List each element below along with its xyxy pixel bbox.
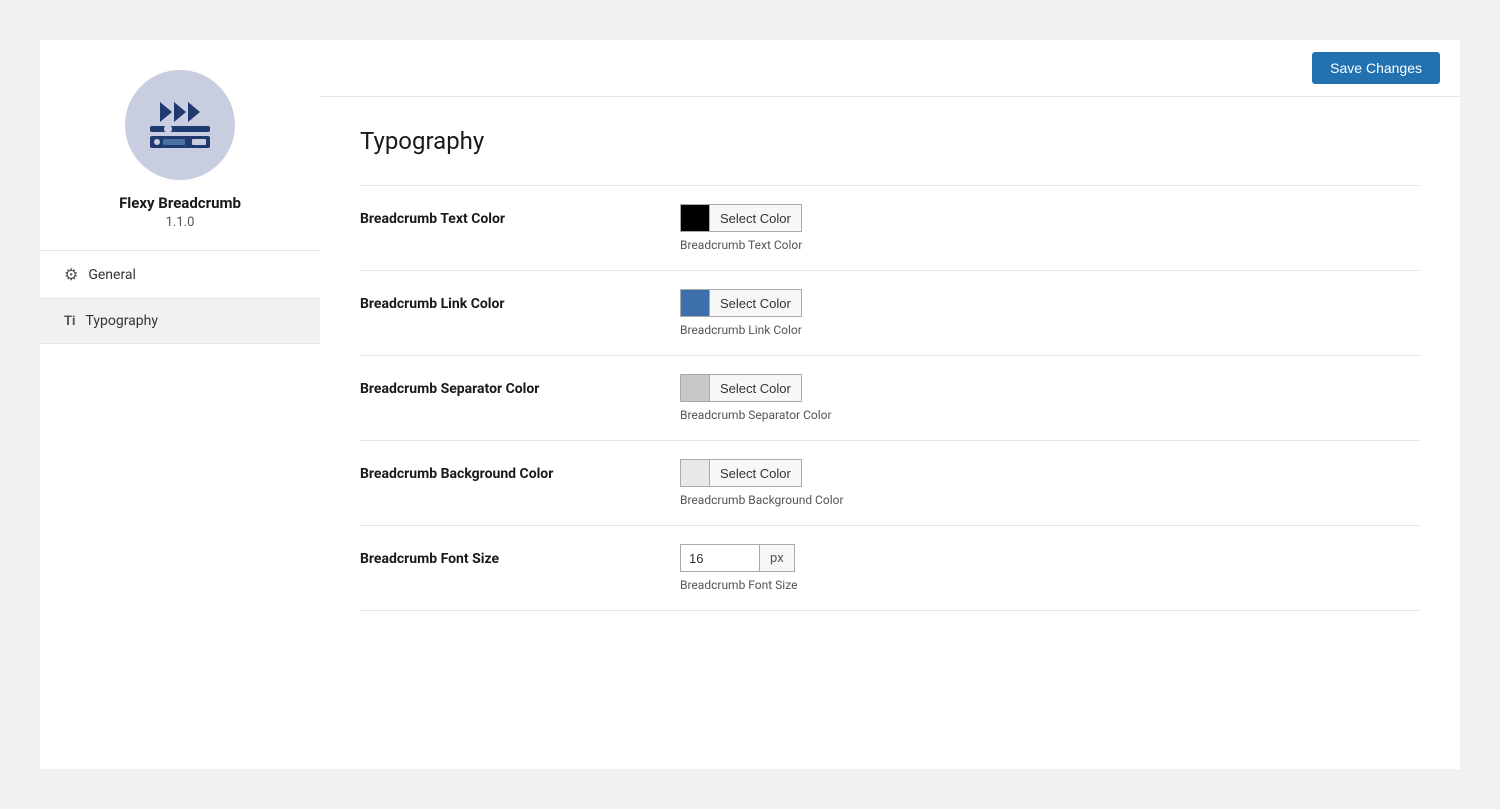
font-size-description: Breadcrumb Font Size: [680, 578, 1420, 592]
logo-chevron-2: [174, 102, 186, 122]
text-color-label: Breadcrumb Text Color: [360, 211, 505, 227]
logo-inner: [140, 95, 220, 155]
bg-color-description: Breadcrumb Background Color: [680, 493, 1420, 507]
plugin-name: Flexy Breadcrumb: [119, 194, 241, 212]
separator-color-label: Breadcrumb Separator Color: [360, 381, 539, 397]
page-title: Typography: [360, 127, 1420, 155]
settings-row-font-size: Breadcrumb Font Size px Breadcrumb Font …: [360, 526, 1420, 611]
color-picker-text-color: Select Color: [680, 204, 1420, 232]
font-size-input[interactable]: [680, 544, 760, 572]
text-color-swatch[interactable]: [680, 204, 710, 232]
link-color-label: Breadcrumb Link Color: [360, 296, 505, 312]
main-content: Save Changes Typography Breadcrumb Text …: [320, 40, 1460, 769]
separator-color-swatch[interactable]: [680, 374, 710, 402]
logo-bar-1: [150, 126, 210, 132]
sidebar-nav: ⚙ General Ti Typography: [40, 250, 320, 344]
color-picker-link-color: Select Color: [680, 289, 1420, 317]
settings-control-separator-color: Select Color Breadcrumb Separator Color: [680, 356, 1420, 441]
link-color-swatch[interactable]: [680, 289, 710, 317]
typography-icon: Ti: [64, 314, 76, 329]
settings-row-text-color: Breadcrumb Text Color Select Color Bread…: [360, 186, 1420, 271]
settings-control-font-size: px Breadcrumb Font Size: [680, 526, 1420, 611]
content-area: Typography Breadcrumb Text Color Select …: [320, 97, 1460, 641]
font-size-label: Breadcrumb Font Size: [360, 551, 499, 567]
logo-rect-1: [163, 139, 185, 145]
settings-row-bg-color: Breadcrumb Background Color Select Color…: [360, 441, 1420, 526]
plugin-version: 1.1.0: [166, 215, 195, 230]
settings-label-cell-text-color: Breadcrumb Text Color: [360, 186, 680, 271]
settings-label-cell-font-size: Breadcrumb Font Size: [360, 526, 680, 611]
bg-color-select-button[interactable]: Select Color: [710, 459, 802, 487]
settings-control-bg-color: Select Color Breadcrumb Background Color: [680, 441, 1420, 526]
logo-rect-2: [192, 139, 206, 145]
sidebar: Flexy Breadcrumb 1.1.0 ⚙ General Ti Typo…: [40, 40, 320, 769]
save-changes-button[interactable]: Save Changes: [1312, 52, 1440, 84]
separator-color-select-button[interactable]: Select Color: [710, 374, 802, 402]
settings-table: Breadcrumb Text Color Select Color Bread…: [360, 185, 1420, 611]
logo-bar-2: [150, 136, 210, 148]
sidebar-item-typography-label: Typography: [86, 313, 158, 329]
settings-row-separator-color: Breadcrumb Separator Color Select Color …: [360, 356, 1420, 441]
sidebar-item-typography[interactable]: Ti Typography: [40, 299, 320, 344]
logo-chevrons: [160, 102, 200, 122]
logo-dot: [154, 139, 160, 145]
settings-row-link-color: Breadcrumb Link Color Select Color Bread…: [360, 271, 1420, 356]
bg-color-label: Breadcrumb Background Color: [360, 466, 553, 482]
settings-label-cell-bg-color: Breadcrumb Background Color: [360, 441, 680, 526]
plugin-logo: [125, 70, 235, 180]
settings-control-link-color: Select Color Breadcrumb Link Color: [680, 271, 1420, 356]
font-size-unit: px: [760, 544, 795, 572]
settings-label-cell-separator-color: Breadcrumb Separator Color: [360, 356, 680, 441]
bg-color-swatch[interactable]: [680, 459, 710, 487]
settings-control-text-color: Select Color Breadcrumb Text Color: [680, 186, 1420, 271]
text-color-description: Breadcrumb Text Color: [680, 238, 1420, 252]
color-picker-separator-color: Select Color: [680, 374, 1420, 402]
link-color-select-button[interactable]: Select Color: [710, 289, 802, 317]
font-size-wrap: px: [680, 544, 1420, 572]
text-color-select-button[interactable]: Select Color: [710, 204, 802, 232]
logo-chevron-3: [188, 102, 200, 122]
separator-color-description: Breadcrumb Separator Color: [680, 408, 1420, 422]
logo-chevron-1: [160, 102, 172, 122]
color-picker-bg-color: Select Color: [680, 459, 1420, 487]
settings-label-cell-link-color: Breadcrumb Link Color: [360, 271, 680, 356]
app-layout: Flexy Breadcrumb 1.1.0 ⚙ General Ti Typo…: [40, 40, 1460, 769]
gear-icon: ⚙: [64, 265, 78, 284]
link-color-description: Breadcrumb Link Color: [680, 323, 1420, 337]
top-bar: Save Changes: [320, 40, 1460, 97]
sidebar-item-general[interactable]: ⚙ General: [40, 251, 320, 299]
sidebar-item-general-label: General: [88, 267, 136, 283]
